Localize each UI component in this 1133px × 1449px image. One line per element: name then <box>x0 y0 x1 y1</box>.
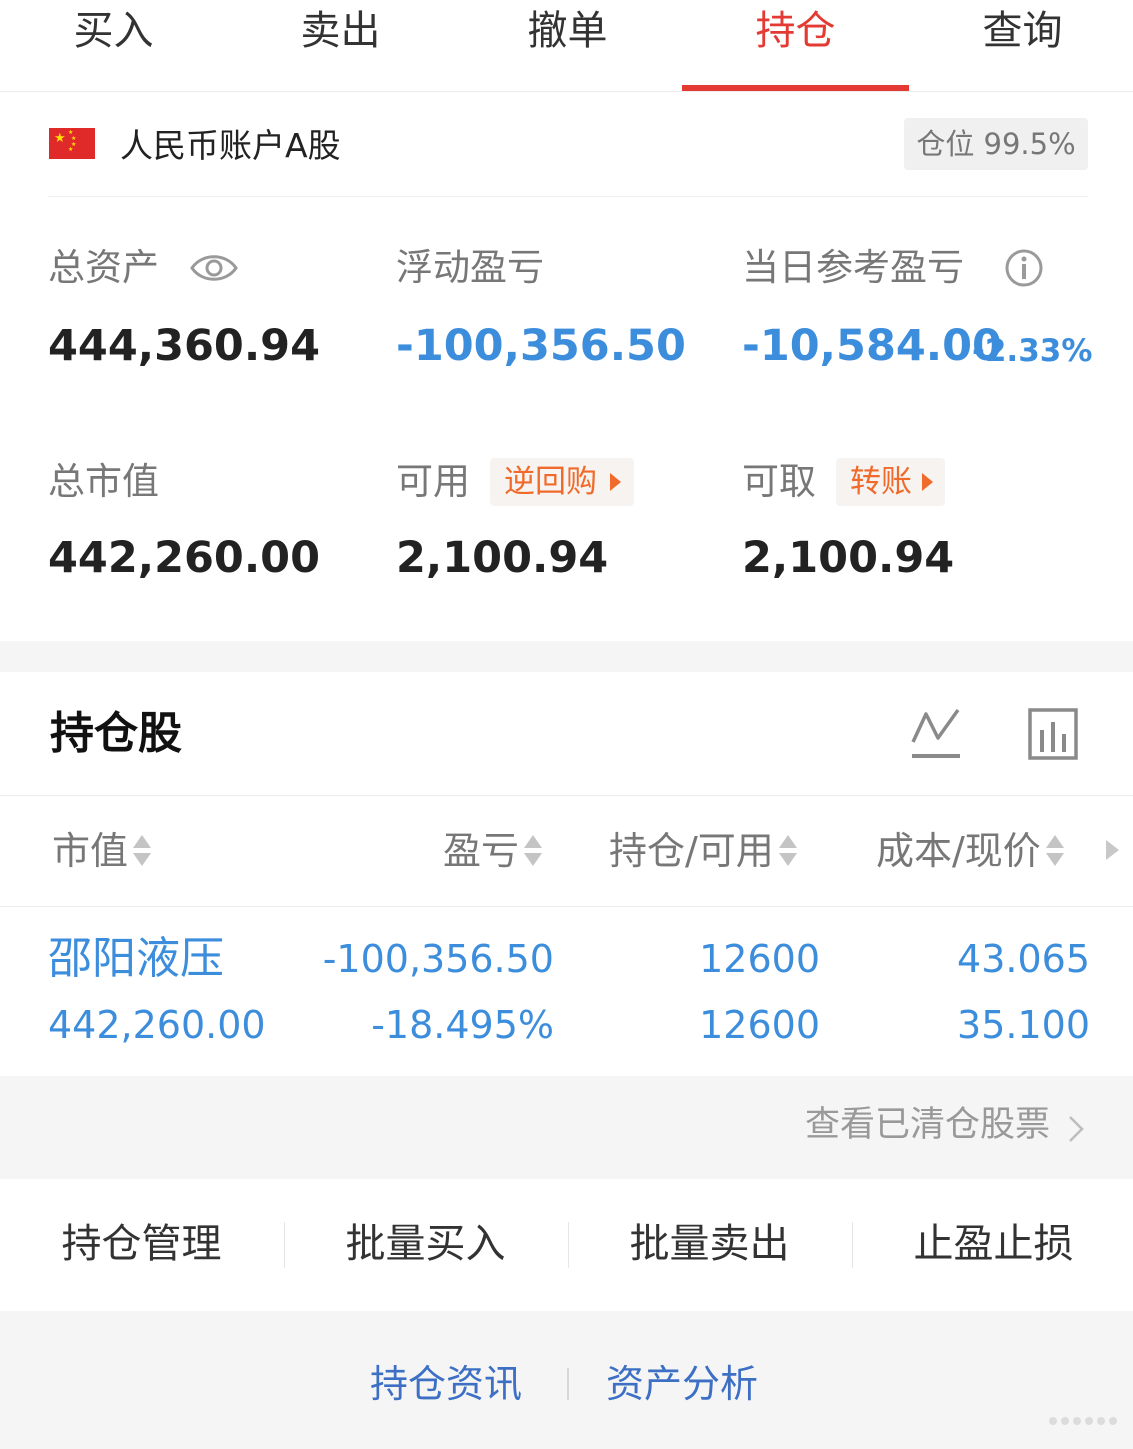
tab-query[interactable]: 查询 <box>909 0 1133 92</box>
stock-pl: -100,356.50 <box>322 937 554 981</box>
dots-watermark-icon <box>1049 1417 1117 1425</box>
transfer-label: 转账 <box>850 464 912 500</box>
tab-buy[interactable]: 买入 <box>0 0 227 92</box>
column-label: 市值 <box>52 829 129 873</box>
withdrawable-label: 可取 <box>742 460 816 503</box>
triangle-right-icon <box>610 473 621 491</box>
floating-pl-label: 浮动盈亏 <box>396 246 544 289</box>
tab-positions[interactable]: 持仓 <box>682 0 909 92</box>
stock-cost: 43.065 <box>957 937 1090 981</box>
available-value: 2,100.94 <box>396 533 609 583</box>
sort-icon <box>778 834 798 868</box>
take-profit-stop-loss-button[interactable]: 止盈止损 <box>852 1216 1133 1272</box>
market-value-value: 442,260.00 <box>48 533 321 583</box>
info-icon[interactable] <box>1004 248 1044 288</box>
triangle-right-icon <box>922 473 933 491</box>
column-label: 持仓/可用 <box>609 829 774 873</box>
floating-pl-value: -100,356.50 <box>396 321 686 371</box>
sort-icon <box>1045 834 1065 868</box>
holdings-title: 持仓股 <box>50 708 182 759</box>
total-assets-value: 444,360.94 <box>48 321 321 371</box>
stock-available: 12600 <box>699 1003 820 1047</box>
asset-analysis-link[interactable]: 资产分析 <box>606 1358 758 1410</box>
tab-sell[interactable]: 卖出 <box>227 0 454 92</box>
column-label: 成本/现价 <box>876 829 1041 873</box>
column-header-market-value[interactable]: 市值 <box>52 826 152 876</box>
column-header-position[interactable]: 持仓/可用 <box>609 826 798 876</box>
transfer-button[interactable]: 转账 <box>836 458 945 506</box>
column-header-cost-price[interactable]: 成本/现价 <box>876 826 1065 876</box>
active-tab-indicator <box>682 85 909 91</box>
daily-pl-label: 当日参考盈亏 <box>742 246 964 289</box>
stock-position: 12600 <box>699 937 820 981</box>
position-management-button[interactable]: 持仓管理 <box>0 1216 283 1272</box>
bar-chart-icon[interactable] <box>1028 708 1078 760</box>
sort-icon <box>132 834 152 868</box>
reverse-repo-label: 逆回购 <box>504 464 597 500</box>
divider <box>0 906 1133 907</box>
reverse-repo-button[interactable]: 逆回购 <box>490 458 634 506</box>
china-flag-icon: ★ ★ ★ ★ ★ <box>49 128 95 159</box>
market-value-label: 总市值 <box>48 460 159 503</box>
column-label: 盈亏 <box>443 829 520 873</box>
total-assets-label: 总资产 <box>48 246 159 289</box>
daily-pl-percent: -2.33% <box>972 333 1093 369</box>
daily-pl-value: -10,584.00 <box>742 321 1002 371</box>
divider <box>0 795 1133 796</box>
position-news-link[interactable]: 持仓资讯 <box>370 1358 522 1410</box>
tab-cancel-order[interactable]: 撤单 <box>454 0 681 92</box>
stock-price: 35.100 <box>957 1003 1090 1047</box>
scroll-right-icon[interactable] <box>1106 840 1119 860</box>
column-header-pl[interactable]: 盈亏 <box>443 826 543 876</box>
stock-market-value: 442,260.00 <box>48 1003 266 1047</box>
withdrawable-value: 2,100.94 <box>742 533 955 583</box>
divider <box>567 1368 569 1400</box>
batch-buy-button[interactable]: 批量买入 <box>284 1216 567 1272</box>
stock-pl-percent: -18.495% <box>371 1003 554 1047</box>
chevron-right-icon <box>1069 1116 1084 1142</box>
account-name[interactable]: 人民币账户A股 <box>120 124 341 168</box>
view-cleared-stocks-link[interactable]: 查看已清仓股票 <box>700 1100 1050 1150</box>
section-gap <box>0 641 1133 672</box>
sort-icon <box>523 834 543 868</box>
line-chart-icon[interactable] <box>910 706 962 760</box>
stock-name: 邵阳液压 <box>48 933 224 984</box>
eye-icon[interactable] <box>190 250 238 286</box>
batch-sell-button[interactable]: 批量卖出 <box>568 1216 851 1272</box>
position-ratio-badge: 仓位 99.5% <box>904 118 1088 170</box>
available-label: 可用 <box>396 460 470 503</box>
divider <box>48 196 1088 197</box>
trade-tab-bar: 买入 卖出 撤单 持仓 查询 <box>0 0 1133 92</box>
